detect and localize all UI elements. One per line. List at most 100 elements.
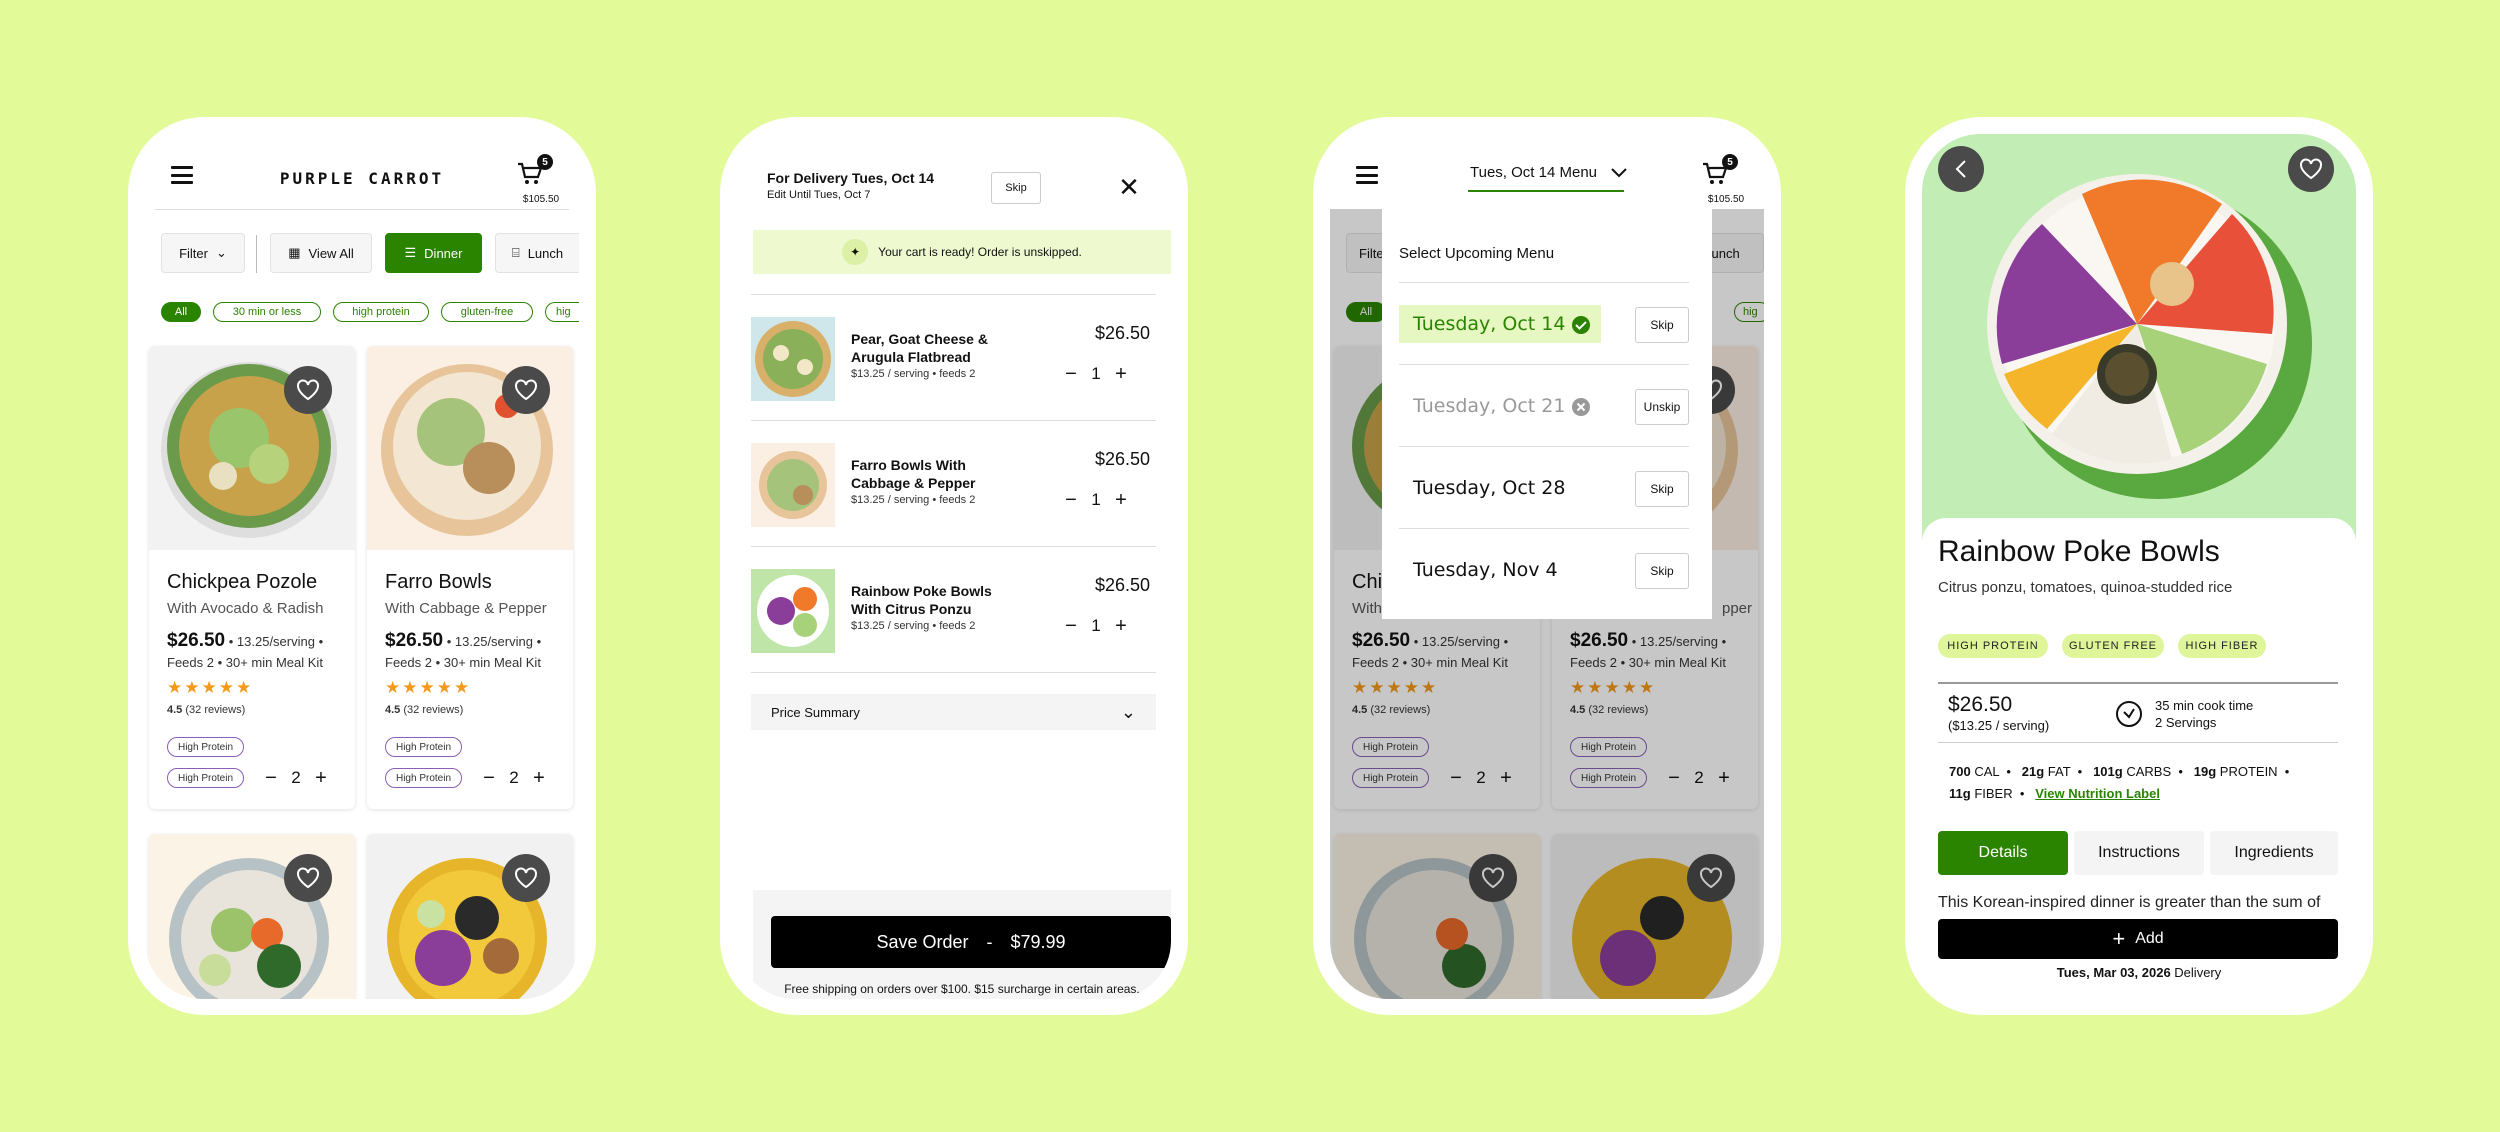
- cart-item-title: Rainbow Poke Bowls With Citrus Ponzu: [851, 583, 992, 617]
- recipe-card[interactable]: Farro Bowls With Cabbage & Pepper $26.50…: [367, 346, 573, 809]
- chip-gluten-free[interactable]: gluten-free: [441, 302, 533, 322]
- menu-row-oct21[interactable]: Tuesday, Oct 21 Unskip: [1399, 364, 1689, 446]
- close-icon[interactable]: ✕: [1114, 172, 1144, 202]
- rating-value: 4.5: [385, 704, 401, 716]
- lunch-tab[interactable]: ⌸ Lunch: [495, 233, 579, 273]
- cart-button[interactable]: 5 $105.50: [517, 154, 559, 205]
- recipe-per-serving: • 13.25/serving •: [228, 634, 324, 649]
- banner-text: Your cart is ready! Order is unskipped.: [878, 245, 1082, 259]
- delivery-word: Delivery: [2174, 965, 2222, 980]
- cart-item-price: $26.50: [1094, 449, 1150, 469]
- quantity-stepper[interactable]: −2 +: [259, 766, 333, 790]
- chip-high-protein[interactable]: high protein: [333, 302, 429, 322]
- rating-text: 4.5 (32 reviews): [167, 704, 245, 716]
- menu-row-oct28[interactable]: Tuesday, Oct 28 Skip: [1399, 446, 1689, 528]
- favorite-button[interactable]: [284, 366, 332, 414]
- menu-row-date: Tuesday, Nov 4: [1413, 559, 1558, 581]
- view-all-label: View All: [308, 245, 354, 261]
- quantity-stepper[interactable]: −1 +: [1059, 362, 1133, 386]
- menu-row-nov4[interactable]: Tuesday, Nov 4 Skip: [1399, 528, 1689, 610]
- quantity-stepper[interactable]: −1 +: [1059, 614, 1133, 638]
- favorite-button[interactable]: [284, 854, 332, 902]
- nutrition-label-link[interactable]: View Nutrition Label: [2035, 786, 2160, 801]
- rating-value: 4.5: [167, 704, 183, 716]
- quantity-value: 1: [1091, 364, 1101, 383]
- view-all-button[interactable]: ▦ View All: [270, 233, 372, 273]
- fiber-value: 11g: [1949, 786, 1971, 801]
- tag-high-protein: High Protein: [167, 768, 244, 788]
- recipe-kit-info: Feeds 2 • 30+ min Meal Kit: [385, 655, 541, 670]
- favorite-button[interactable]: [502, 366, 550, 414]
- cook-time: 35 min cook time: [2155, 698, 2254, 713]
- cart-item-subtitle: $13.25 / serving • feeds 2: [851, 368, 976, 380]
- skip-delivery-button[interactable]: Skip: [991, 172, 1041, 204]
- recipe-card[interactable]: [367, 834, 573, 999]
- edit-until: Edit Until Tues, Oct 7: [767, 189, 871, 201]
- cart-item-title: Pear, Goat Cheese & Arugula Flatbread: [851, 331, 988, 365]
- dinner-tab[interactable]: ☰ Dinner: [385, 233, 482, 273]
- phone-menu-selector: Tues, Oct 14 Menu 5 $105.50 Filte Lunch …: [1313, 117, 1781, 1015]
- recipe-image: [149, 346, 355, 550]
- menu-row-date: Tuesday, Oct 14: [1413, 313, 1566, 335]
- recipe-subtitle: Citrus ponzu, tomatoes, quinoa-studded r…: [1938, 579, 2233, 596]
- calories-value: 700: [1949, 764, 1971, 779]
- chevron-down-icon: ⌄: [1120, 701, 1136, 722]
- tab-ingredients[interactable]: Ingredients: [2210, 831, 2338, 875]
- menu-row-oct14[interactable]: Tuesday, Oct 14 Skip: [1399, 282, 1689, 364]
- save-order-button[interactable]: Save Order - $79.99: [771, 916, 1171, 968]
- plus-icon[interactable]: +: [527, 766, 551, 790]
- grain-bowl-image: [169, 858, 329, 999]
- chip-30-min[interactable]: 30 min or less: [213, 302, 321, 322]
- recipe-image: [367, 346, 573, 550]
- cart-total: $105.50: [522, 194, 560, 205]
- hamburger-menu-icon[interactable]: [1356, 166, 1378, 184]
- tab-details[interactable]: Details: [1938, 831, 2068, 875]
- checkmark-circle-icon: [1572, 316, 1590, 334]
- skip-button[interactable]: Skip: [1635, 307, 1689, 343]
- skip-button[interactable]: Skip: [1635, 471, 1689, 507]
- save-order-separator: -: [986, 931, 993, 952]
- plus-icon[interactable]: +: [1109, 362, 1133, 386]
- cart-item: Pear, Goat Cheese & Arugula Flatbread $1…: [751, 295, 1156, 421]
- minus-icon[interactable]: −: [1059, 614, 1083, 638]
- unskip-button[interactable]: Unskip: [1635, 389, 1689, 425]
- quantity-stepper[interactable]: −2 +: [477, 766, 551, 790]
- favorite-button[interactable]: [502, 854, 550, 902]
- filter-button[interactable]: Filter ⌄: [161, 233, 245, 273]
- minus-icon[interactable]: −: [477, 766, 501, 790]
- recipe-name: Chickpea Pozole: [167, 571, 318, 593]
- chevron-down-icon: ⌄: [215, 245, 227, 260]
- minus-icon[interactable]: −: [1059, 488, 1083, 512]
- chip-high-fiber[interactable]: hig: [545, 302, 579, 322]
- minus-icon[interactable]: −: [1059, 362, 1083, 386]
- recipe-name: Farro Bowls: [385, 571, 492, 593]
- quantity-stepper[interactable]: −1 +: [1059, 488, 1133, 512]
- plus-icon[interactable]: +: [1109, 614, 1133, 638]
- recipe-per-serving: • 13.25/serving •: [446, 634, 542, 649]
- recipe-detail-screen: Rainbow Poke Bowls Citrus ponzu, tomatoe…: [1922, 134, 2356, 999]
- skip-button[interactable]: Skip: [1635, 553, 1689, 589]
- timer-icon: [2116, 701, 2142, 727]
- rating-text: 4.5 (32 reviews): [385, 704, 463, 716]
- add-to-cart-button[interactable]: + Add: [1938, 919, 2338, 959]
- lunch-icon: ⌸: [511, 245, 520, 260]
- chip-all[interactable]: All: [161, 302, 201, 322]
- menu-week-dropdown[interactable]: Tues, Oct 14 Menu: [1470, 164, 1627, 181]
- quantity-value: 1: [1091, 616, 1101, 635]
- tab-instructions[interactable]: Instructions: [2074, 831, 2204, 875]
- back-button[interactable]: [1938, 146, 1984, 192]
- detail-divider-bottom: [1938, 742, 2338, 743]
- cart-button[interactable]: 5 $105.50: [1702, 154, 1744, 205]
- menu-week-title: Tues, Oct 14 Menu: [1470, 164, 1598, 181]
- plus-icon[interactable]: +: [1109, 488, 1133, 512]
- recipe-price: $26.50: [167, 630, 226, 651]
- heart-icon: [515, 379, 537, 401]
- favorite-button[interactable]: [2288, 146, 2334, 192]
- recipe-card[interactable]: [149, 834, 355, 999]
- minus-icon[interactable]: −: [259, 766, 283, 790]
- detail-divider-top: [1938, 682, 2338, 684]
- cart-total: $105.50: [1707, 194, 1745, 205]
- price-summary-toggle[interactable]: Price Summary ⌄: [751, 694, 1156, 730]
- plus-icon[interactable]: +: [309, 766, 333, 790]
- recipe-card[interactable]: Chickpea Pozole With Avocado & Radish $2…: [149, 346, 355, 809]
